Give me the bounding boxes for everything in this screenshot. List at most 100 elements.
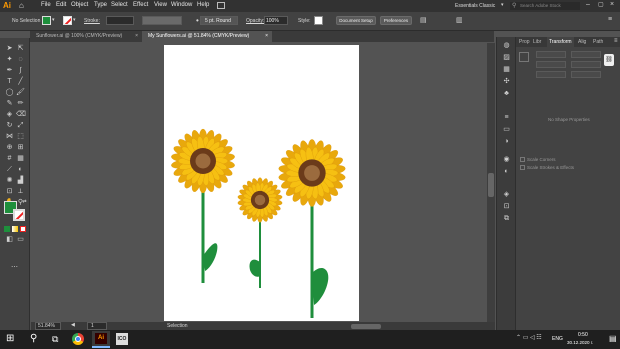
tab-transform[interactable]: Transform: [547, 37, 574, 47]
blob-brush-icon[interactable]: ◈: [5, 110, 14, 119]
menu-select[interactable]: Select: [111, 2, 128, 8]
menu-window[interactable]: Window: [171, 2, 192, 8]
perspective-grid-icon[interactable]: ⊞: [16, 143, 25, 152]
free-transform-icon[interactable]: ⬚: [16, 132, 25, 141]
menu-effect[interactable]: Effect: [133, 2, 148, 8]
graphic-style-swatch[interactable]: [314, 16, 323, 25]
stroke-weight-field[interactable]: [106, 16, 134, 25]
fill-swatch[interactable]: [42, 16, 51, 25]
lasso-tool-icon[interactable]: ◌: [16, 55, 25, 64]
variable-width-profile[interactable]: [142, 16, 182, 25]
preferences-button[interactable]: Preferences: [380, 16, 412, 25]
menu-file[interactable]: File: [41, 2, 51, 8]
draw-mode-icon[interactable]: ◧: [5, 235, 14, 244]
slice-tool-icon[interactable]: ⟂: [16, 187, 25, 196]
panel-menu-icon[interactable]: ≡: [614, 38, 618, 44]
ico-converter-icon[interactable]: ICO: [116, 333, 128, 345]
w-field[interactable]: [571, 51, 601, 58]
minimize-icon[interactable]: –: [586, 1, 590, 8]
scale-corners-checkbox[interactable]: [520, 157, 525, 162]
chrome-icon[interactable]: [72, 333, 84, 345]
artboard-tool-icon[interactable]: ⊡: [5, 187, 14, 196]
gradient-panel-icon[interactable]: ▭: [502, 125, 511, 134]
constrain-proportions-button[interactable]: ⛓: [604, 54, 614, 66]
scale-strokes-checkbox[interactable]: [520, 165, 525, 170]
y-field[interactable]: [536, 61, 566, 68]
graph-tool-icon[interactable]: ▟: [16, 176, 25, 185]
horizontal-scroll-thumb[interactable]: [351, 324, 381, 329]
tab-my-sunflowers[interactable]: My Sunflowers.ai @ 51.84% (CMYK/Preview)…: [142, 31, 272, 42]
color-guide-icon[interactable]: ▨: [502, 53, 511, 62]
eyedropper-tool-icon[interactable]: ⟋: [5, 165, 14, 174]
graphic-styles-icon[interactable]: ◐: [502, 167, 511, 176]
shear-field[interactable]: [571, 71, 601, 78]
arrange-documents-icon[interactable]: [217, 2, 225, 9]
ellipse-tool-icon[interactable]: ◯: [5, 88, 14, 97]
artboards-panel-icon[interactable]: ⊡: [502, 202, 511, 211]
artboard[interactable]: [164, 45, 359, 321]
tab-align[interactable]: Alig: [578, 37, 586, 47]
tab-pathfinder[interactable]: Path: [593, 37, 603, 47]
symbol-sprayer-icon[interactable]: ✺: [5, 176, 14, 185]
swatches-panel-icon[interactable]: ▦: [502, 65, 511, 74]
swap-colors-icon[interactable]: ⇄: [20, 198, 29, 207]
task-view-icon[interactable]: ⧉: [52, 334, 58, 345]
chevron-down-icon[interactable]: ▾: [52, 17, 55, 23]
curvature-tool-icon[interactable]: ∫: [16, 66, 25, 75]
clock-date[interactable]: 30.12.2020 г.: [567, 340, 593, 345]
system-tray-icons[interactable]: ⌃ ▭ ◁ ☷: [516, 334, 542, 341]
magic-wand-tool-icon[interactable]: ✦: [5, 55, 14, 64]
home-icon[interactable]: ⌂: [19, 1, 24, 10]
arrange-icon[interactable]: ▤: [420, 16, 427, 24]
sunflowers-artwork[interactable]: [164, 45, 359, 321]
scroll-thumb[interactable]: [488, 173, 494, 197]
direct-selection-tool-icon[interactable]: ⇱: [16, 44, 25, 53]
search-stock-field[interactable]: ⚲ Search Adobe Stock: [510, 2, 580, 10]
none-mode-button[interactable]: [20, 226, 26, 232]
menu-object[interactable]: Object: [71, 2, 88, 8]
zoom-field[interactable]: 51.84%: [35, 322, 61, 330]
layers-panel-icon[interactable]: ◈: [502, 190, 511, 199]
menu-view[interactable]: View: [154, 2, 167, 8]
blend-tool-icon[interactable]: ◐: [16, 165, 25, 174]
brush-definition-field[interactable]: 5 pt. Round: [200, 16, 238, 25]
color-mode-button[interactable]: [4, 226, 10, 232]
shaper-tool-icon[interactable]: ✎: [5, 99, 14, 108]
stroke-panel-icon[interactable]: ≡: [502, 113, 511, 122]
screen-mode-icon[interactable]: ▭: [16, 235, 25, 244]
close-icon[interactable]: ×: [610, 1, 614, 8]
mesh-tool-icon[interactable]: #: [5, 154, 14, 163]
menu-help[interactable]: Help: [197, 2, 209, 8]
search-icon[interactable]: ⚲: [30, 333, 37, 344]
close-icon[interactable]: ×: [265, 31, 268, 42]
app-logo[interactable]: Ai: [3, 1, 11, 10]
workspace-switcher[interactable]: Essentials Classic: [455, 3, 495, 9]
eraser-tool-icon[interactable]: ⌫: [16, 110, 26, 119]
type-tool-icon[interactable]: T: [5, 77, 14, 86]
line-tool-icon[interactable]: ╱: [16, 77, 25, 86]
transparency-panel-icon[interactable]: ◑: [502, 137, 511, 146]
width-tool-icon[interactable]: ⋈: [5, 132, 14, 141]
status-tool-label[interactable]: Selection: [167, 323, 188, 329]
clock-time[interactable]: 0:50: [578, 332, 588, 338]
illustrator-taskbar-icon[interactable]: Ai: [92, 331, 110, 348]
chevron-down-icon[interactable]: ▾: [73, 17, 76, 23]
rotate-field[interactable]: [536, 71, 566, 78]
artboard-nav-icon[interactable]: ◀: [71, 322, 75, 328]
input-language[interactable]: ENG: [552, 336, 563, 342]
close-icon[interactable]: ×: [135, 31, 138, 42]
paintbrush-tool-icon[interactable]: 🖌: [16, 88, 25, 97]
tab-properties[interactable]: Prop: [519, 37, 530, 47]
symbols-panel-icon[interactable]: ♣: [502, 89, 511, 98]
reference-point-locator[interactable]: [519, 52, 529, 62]
stroke-label[interactable]: Stroke:: [84, 18, 100, 24]
rotate-tool-icon[interactable]: ↻: [5, 121, 14, 130]
tab-sunflower[interactable]: Sunflower.ai @ 100% (CMYK/Preview) ×: [30, 31, 142, 42]
x-field[interactable]: [536, 51, 566, 58]
gradient-tool-icon[interactable]: ▦: [16, 154, 25, 163]
gradient-mode-button[interactable]: [12, 226, 18, 232]
tab-libraries[interactable]: Libr: [533, 37, 541, 47]
brushes-panel-icon[interactable]: ✣: [502, 77, 511, 86]
align-icon[interactable]: ▥: [456, 16, 463, 24]
opacity-label[interactable]: Opacity:: [246, 18, 264, 24]
